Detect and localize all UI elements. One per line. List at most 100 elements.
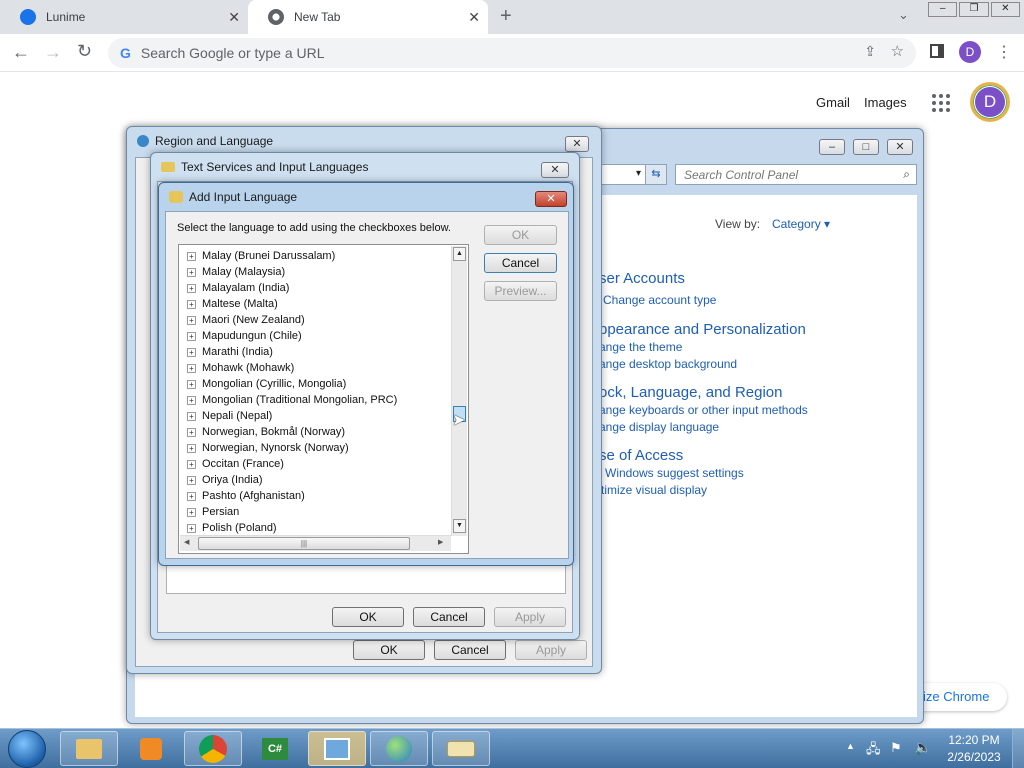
- language-tree-item[interactable]: + Marathi (India): [187, 344, 273, 360]
- new-tab-icon[interactable]: +: [500, 5, 512, 28]
- minimize-icon[interactable]: –: [928, 2, 958, 17]
- language-tree-item[interactable]: + Malay (Brunei Darussalam): [187, 248, 335, 264]
- network-icon[interactable]: 🖧: [866, 740, 881, 762]
- add-input-close-icon[interactable]: ✕: [535, 191, 567, 207]
- language-tree-item[interactable]: + Maori (New Zealand): [187, 312, 305, 328]
- cp-link-suggest-settings[interactable]: Windows suggest settings: [605, 466, 744, 480]
- expand-plus-icon[interactable]: +: [187, 507, 196, 517]
- scroll-left-icon[interactable]: ◀: [184, 538, 189, 546]
- region-apply-button[interactable]: Apply: [515, 640, 587, 660]
- language-tree-item[interactable]: + Mongolian (Traditional Mongolian, PRC): [187, 392, 397, 408]
- gmail-link[interactable]: Gmail: [816, 95, 850, 110]
- restore-icon[interactable]: ❐: [959, 2, 989, 17]
- clock[interactable]: 12:20 PM 2/26/2023: [944, 733, 1004, 764]
- cp-close-icon[interactable]: ✕: [887, 139, 913, 155]
- language-tree-item[interactable]: + Malayalam (India): [187, 280, 289, 296]
- back-icon[interactable]: ←: [12, 42, 30, 63]
- expand-plus-icon[interactable]: +: [187, 411, 196, 421]
- language-tree-item[interactable]: + Mongolian (Cyrillic, Mongolia): [187, 376, 346, 392]
- expand-plus-icon[interactable]: +: [187, 427, 196, 437]
- show-desktop-button[interactable]: [1012, 729, 1024, 768]
- view-by-dropdown[interactable]: Category ▾: [772, 217, 830, 231]
- expand-plus-icon[interactable]: +: [187, 267, 196, 277]
- menu-icon[interactable]: ⋮: [996, 42, 1012, 62]
- search-control-panel-input[interactable]: Search Control Panel ⌕: [675, 164, 917, 185]
- region-cancel-button[interactable]: Cancel: [434, 640, 506, 660]
- search-icon[interactable]: ⌕: [903, 167, 910, 182]
- expand-plus-icon[interactable]: +: [187, 331, 196, 341]
- language-tree-item[interactable]: + Norwegian, Bokmål (Norway): [187, 424, 345, 440]
- profile-avatar[interactable]: D: [959, 41, 981, 63]
- language-tree-item[interactable]: + Mohawk (Mohawk): [187, 360, 294, 376]
- tab-search-icon[interactable]: ⌄: [898, 7, 909, 23]
- volume-icon[interactable]: 🔈: [914, 739, 931, 756]
- language-tree-item[interactable]: + Oriya (India): [187, 472, 263, 488]
- language-tree-item[interactable]: + Mapudungun (Chile): [187, 328, 302, 344]
- expand-plus-icon[interactable]: +: [187, 475, 196, 485]
- text-services-cancel-button[interactable]: Cancel: [413, 607, 485, 627]
- start-button-icon[interactable]: [8, 730, 46, 768]
- forward-icon[interactable]: →: [44, 42, 62, 63]
- action-center-icon[interactable]: ⚑: [890, 740, 902, 756]
- taskbar-csharp[interactable]: C#: [246, 731, 304, 766]
- horizontal-scrollbar[interactable]: ◀ ||| ▶: [180, 535, 451, 551]
- language-tree-item[interactable]: + Norwegian, Nynorsk (Norway): [187, 440, 349, 456]
- refresh-icon[interactable]: ⇆: [645, 164, 667, 185]
- taskbar-chrome[interactable]: [184, 731, 242, 766]
- address-dropdown-icon[interactable]: ▾: [597, 164, 647, 185]
- cp-heading-ease-of-access[interactable]: se of Access: [599, 447, 683, 464]
- add-input-ok-button[interactable]: OK: [484, 225, 557, 245]
- language-tree[interactable]: + Malay (Brunei Darussalam) + Malay (Malays…: [178, 244, 469, 554]
- language-tree-item[interactable]: + Persian: [187, 504, 239, 520]
- region-close-icon[interactable]: ✕: [565, 136, 589, 152]
- cp-maximize-icon[interactable]: □: [853, 139, 879, 155]
- bookmark-star-icon[interactable]: ☆: [891, 42, 904, 60]
- tab-lunime[interactable]: Lunime ✕: [0, 0, 248, 34]
- expand-plus-icon[interactable]: +: [187, 315, 196, 325]
- cp-link-display-language[interactable]: ange display language: [599, 420, 719, 434]
- images-link[interactable]: Images: [864, 95, 907, 110]
- text-services-close-icon[interactable]: ✕: [541, 162, 569, 178]
- side-panel-icon[interactable]: [930, 44, 944, 58]
- add-input-cancel-button[interactable]: Cancel: [484, 253, 557, 273]
- cp-heading-appearance[interactable]: ppearance and Personalization: [599, 321, 806, 338]
- expand-plus-icon[interactable]: +: [187, 523, 196, 533]
- scroll-down-icon[interactable]: ▼: [453, 519, 466, 533]
- expand-plus-icon[interactable]: +: [187, 443, 196, 453]
- tab-new-tab[interactable]: New Tab ✕: [248, 0, 488, 34]
- expand-plus-icon[interactable]: +: [187, 459, 196, 469]
- cp-heading-clock-language-region[interactable]: ock, Language, and Region: [599, 384, 782, 401]
- scroll-up-icon[interactable]: ▲: [453, 247, 466, 261]
- expand-plus-icon[interactable]: +: [187, 283, 196, 293]
- scroll-right-icon[interactable]: ▶: [438, 538, 443, 546]
- share-icon[interactable]: ⇪: [864, 43, 876, 60]
- expand-plus-icon[interactable]: +: [187, 347, 196, 357]
- expand-plus-icon[interactable]: +: [187, 363, 196, 373]
- account-avatar-ring[interactable]: D: [970, 82, 1010, 122]
- installed-services-list[interactable]: [166, 564, 566, 594]
- cp-minimize-icon[interactable]: –: [819, 139, 845, 155]
- taskbar-text-services[interactable]: [432, 731, 490, 766]
- cp-link-optimize-display[interactable]: timize visual display: [601, 483, 707, 497]
- expand-plus-icon[interactable]: +: [187, 299, 196, 309]
- taskbar-explorer[interactable]: [60, 731, 118, 766]
- language-tree-item[interactable]: + Polish (Poland): [187, 520, 277, 536]
- taskbar-control-panel[interactable]: [308, 731, 366, 766]
- language-tree-item[interactable]: + Maltese (Malta): [187, 296, 278, 312]
- close-tab-icon[interactable]: ✕: [228, 9, 240, 26]
- text-services-ok-button[interactable]: OK: [332, 607, 404, 627]
- language-tree-item[interactable]: + Malay (Malaysia): [187, 264, 285, 280]
- language-tree-item[interactable]: + Pashto (Afghanistan): [187, 488, 305, 504]
- add-input-preview-button[interactable]: Preview...: [484, 281, 557, 301]
- horizontal-scroll-thumb[interactable]: |||: [198, 537, 410, 550]
- expand-plus-icon[interactable]: +: [187, 251, 196, 261]
- cp-link-keyboards[interactable]: ange keyboards or other input methods: [599, 403, 808, 417]
- vertical-scrollbar[interactable]: ▲ ▼: [451, 246, 467, 536]
- omnibox[interactable]: G Search Google or type a URL ⇪ ☆: [108, 38, 916, 68]
- cp-link-change-account-type[interactable]: Change account type: [603, 293, 716, 307]
- taskbar-media-player[interactable]: [122, 731, 180, 766]
- apps-grid-icon[interactable]: [932, 94, 950, 112]
- expand-plus-icon[interactable]: +: [187, 379, 196, 389]
- cp-link-change-theme[interactable]: ange the theme: [599, 340, 682, 354]
- region-ok-button[interactable]: OK: [353, 640, 425, 660]
